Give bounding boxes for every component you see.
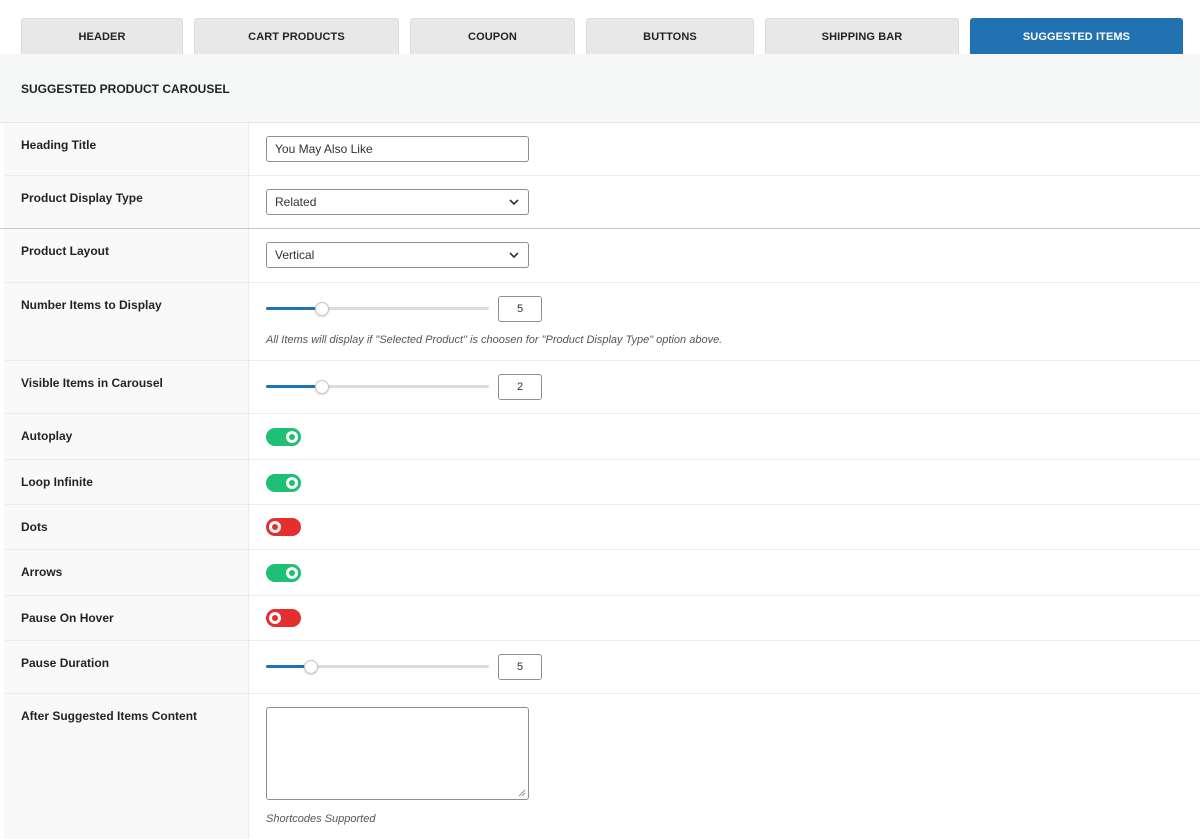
display-type-select[interactable]: Related bbox=[266, 189, 529, 215]
row-product-layout: Product Layout Vertical bbox=[4, 229, 1200, 283]
row-number-items: Number Items to Display 5 All Items will… bbox=[4, 283, 1200, 361]
toggle-knob bbox=[269, 612, 281, 624]
field-label: Loop Infinite bbox=[21, 475, 93, 489]
number-items-slider[interactable] bbox=[266, 302, 489, 316]
row-loop-infinite: Loop Infinite bbox=[4, 460, 1200, 505]
number-items-value[interactable]: 5 bbox=[498, 296, 542, 322]
pause-duration-value[interactable]: 5 bbox=[498, 654, 542, 680]
row-autoplay: Autoplay bbox=[4, 414, 1200, 460]
slider-fill bbox=[266, 385, 322, 388]
tab-buttons[interactable]: BUTTONS bbox=[586, 18, 754, 54]
pause-duration-slider[interactable] bbox=[266, 660, 489, 674]
field-label: Heading Title bbox=[21, 138, 97, 152]
field-label: Dots bbox=[21, 520, 48, 534]
row-pause-duration: Pause Duration 5 bbox=[4, 641, 1200, 694]
row-visible-items: Visible Items in Carousel 2 bbox=[4, 361, 1200, 414]
field-label: Visible Items in Carousel bbox=[21, 376, 163, 390]
tab-suggested-items[interactable]: SUGGESTED ITEMS bbox=[970, 18, 1183, 54]
tab-shipping-bar[interactable]: SHIPPING BAR bbox=[765, 18, 959, 54]
field-label: Product Display Type bbox=[21, 191, 143, 205]
field-label: Number Items to Display bbox=[21, 298, 162, 312]
shortcodes-hint: Shortcodes Supported bbox=[266, 813, 376, 825]
after-content-textarea[interactable] bbox=[266, 707, 529, 800]
row-heading-title: Heading Title bbox=[4, 123, 1200, 176]
row-display-type: Product Display Type Related bbox=[0, 176, 1200, 229]
select-value: Related bbox=[275, 195, 317, 209]
visible-items-value[interactable]: 2 bbox=[498, 374, 542, 400]
tab-header[interactable]: HEADER bbox=[21, 18, 183, 54]
tab-coupon[interactable]: COUPON bbox=[410, 18, 575, 54]
section-title: SUGGESTED PRODUCT CAROUSEL bbox=[21, 82, 230, 96]
heading-title-input[interactable] bbox=[266, 136, 529, 162]
dots-toggle[interactable] bbox=[266, 518, 301, 536]
slider-thumb[interactable] bbox=[315, 380, 329, 394]
field-label: Pause On Hover bbox=[21, 611, 114, 625]
field-label: Autoplay bbox=[21, 429, 73, 443]
field-label: After Suggested Items Content bbox=[21, 709, 198, 723]
toggle-knob bbox=[286, 431, 298, 443]
select-value: Vertical bbox=[275, 248, 315, 262]
chevron-down-icon bbox=[509, 252, 519, 259]
slider-thumb[interactable] bbox=[315, 302, 329, 316]
settings-panel: SUGGESTED PRODUCT CAROUSEL Heading Title… bbox=[0, 54, 1200, 839]
arrows-toggle[interactable] bbox=[266, 564, 301, 582]
field-label: Pause Duration bbox=[21, 656, 110, 670]
tab-cart-products[interactable]: CART PRODUCTS bbox=[194, 18, 399, 54]
number-items-hint: All Items will display if "Selected Prod… bbox=[266, 334, 723, 346]
row-after-content: After Suggested Items Content Shortcodes… bbox=[4, 694, 1200, 839]
product-layout-select[interactable]: Vertical bbox=[266, 242, 529, 268]
slider-thumb[interactable] bbox=[304, 660, 318, 674]
row-arrows: Arrows bbox=[4, 550, 1200, 596]
resize-grip-icon[interactable] bbox=[518, 789, 526, 797]
autoplay-toggle[interactable] bbox=[266, 428, 301, 446]
toggle-knob bbox=[269, 521, 281, 533]
chevron-down-icon bbox=[509, 199, 519, 206]
pause-hover-toggle[interactable] bbox=[266, 609, 301, 627]
tab-bar: HEADER CART PRODUCTS COUPON BUTTONS SHIP… bbox=[0, 0, 1200, 54]
toggle-knob bbox=[286, 567, 298, 579]
toggle-knob bbox=[286, 477, 298, 489]
field-label: Arrows bbox=[21, 565, 63, 579]
section-header: SUGGESTED PRODUCT CAROUSEL bbox=[0, 54, 1200, 123]
loop-infinite-toggle[interactable] bbox=[266, 474, 301, 492]
row-pause-hover: Pause On Hover bbox=[4, 596, 1200, 641]
row-dots: Dots bbox=[4, 505, 1200, 550]
visible-items-slider[interactable] bbox=[266, 380, 489, 394]
field-label: Product Layout bbox=[21, 244, 110, 258]
slider-fill bbox=[266, 307, 322, 310]
